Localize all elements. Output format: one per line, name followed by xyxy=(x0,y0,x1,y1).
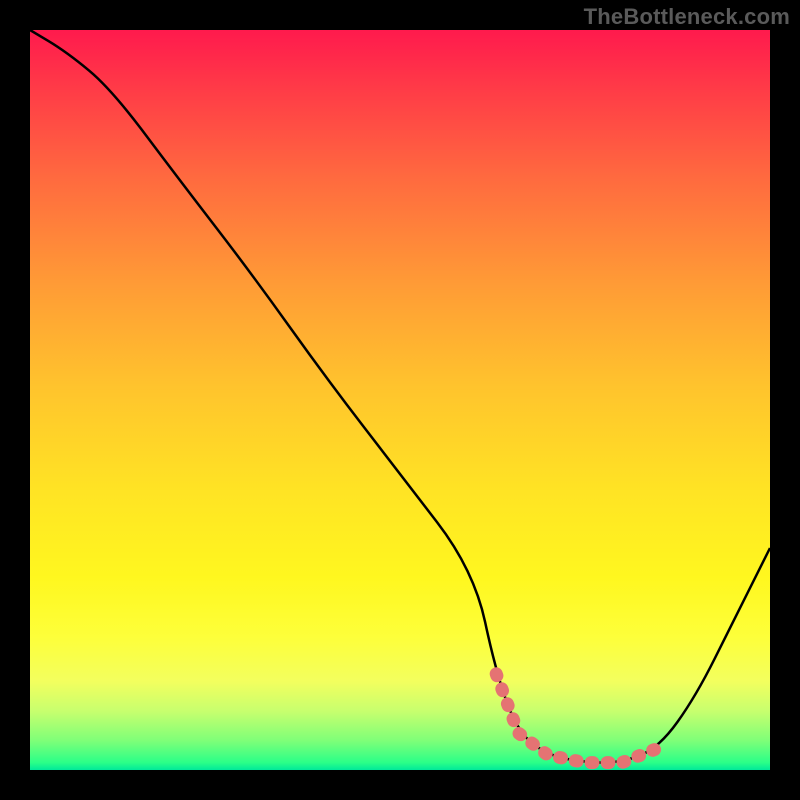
bottleneck-curve xyxy=(30,30,770,763)
bottleneck-curve-svg xyxy=(30,30,770,770)
optimal-highlight xyxy=(496,674,659,763)
chart-frame: TheBottleneck.com xyxy=(0,0,800,800)
plot-area xyxy=(30,30,770,770)
watermark-text: TheBottleneck.com xyxy=(584,4,790,30)
